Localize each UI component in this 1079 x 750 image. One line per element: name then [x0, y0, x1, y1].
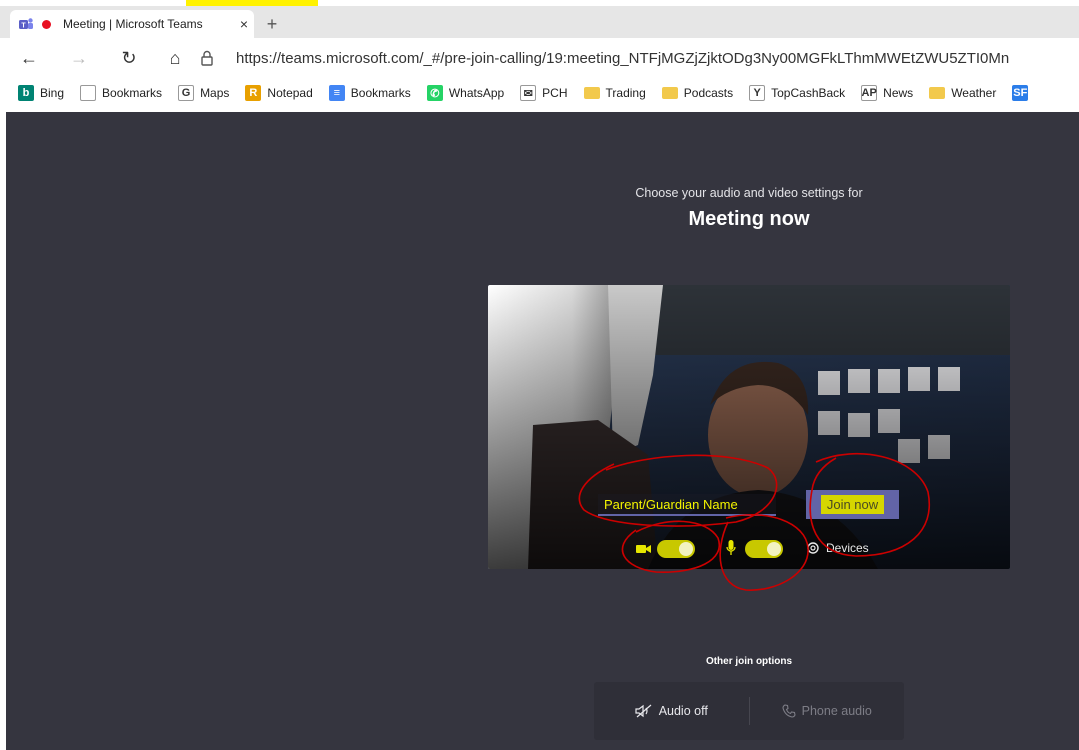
ap-icon: AP — [861, 85, 878, 101]
bing-icon: b — [18, 85, 34, 101]
bookmark-label: TopCashBack — [771, 86, 846, 100]
bookmark-label: WhatsApp — [448, 86, 505, 100]
join-now-button[interactable]: Join now — [806, 490, 899, 519]
devices-button[interactable]: Devices — [806, 541, 869, 555]
page-icon — [80, 85, 97, 101]
svg-text:T: T — [21, 23, 26, 30]
meeting-title: Meeting now — [688, 208, 810, 230]
new-tab-icon[interactable]: + — [262, 14, 282, 35]
back-icon[interactable]: ← — [14, 43, 44, 73]
join-now-label: Join now — [820, 495, 885, 514]
microphone-icon — [726, 540, 736, 561]
phone-audio-label: Phone audio — [801, 704, 872, 718]
tab-close-icon[interactable]: × — [234, 16, 254, 32]
camera-toggle[interactable] — [657, 540, 695, 558]
bookmark-item[interactable]: G Maps — [178, 85, 229, 101]
speaker-muted-icon — [635, 704, 652, 718]
audio-off-label: Audio off — [658, 704, 708, 718]
notepad-icon: R — [245, 85, 262, 101]
bookmark-item[interactable]: b Bing — [18, 85, 64, 101]
bookmark-label: Bookmarks — [102, 86, 163, 100]
other-join-options-panel: Audio off Phone audio — [594, 682, 904, 740]
bookmark-item[interactable]: R Notepad — [245, 85, 313, 101]
folder-icon — [661, 87, 678, 99]
reload-icon[interactable]: ↻ — [114, 43, 144, 73]
browser-tab-bar: T Meeting | Microsoft Teams × + — [0, 6, 1079, 38]
gear-icon — [807, 542, 819, 554]
bookmark-label: Podcasts — [683, 86, 734, 100]
other-join-options-label: Other join options — [705, 656, 793, 667]
bookmark-label: Notepad — [267, 86, 313, 100]
bookmark-label: Bookmarks — [350, 86, 411, 100]
camera-preview — [488, 285, 1010, 569]
bookmark-label: Maps — [200, 86, 230, 100]
bookmark-item[interactable]: SF — [1012, 85, 1034, 101]
phone-icon — [782, 704, 796, 718]
prejoin-subtitle: Choose your audio and video settings for — [635, 186, 863, 200]
tab-title: Meeting | Microsoft Teams — [63, 17, 203, 31]
home-icon[interactable]: ⌂ — [160, 43, 190, 73]
bookmark-item[interactable]: ✆ WhatsApp — [426, 85, 505, 101]
url-text[interactable]: https://teams.microsoft.com/_#/pre-join-… — [236, 50, 1009, 67]
bookmark-item[interactable]: ≡ Bookmarks — [328, 85, 411, 101]
audio-off-button[interactable]: Audio off — [594, 704, 749, 718]
envelope-icon: ✉ — [520, 85, 537, 101]
bookmark-item[interactable]: ✉ PCH — [520, 85, 568, 101]
bookmark-item[interactable]: Trading — [583, 86, 646, 100]
bookmark-label: News — [883, 86, 914, 100]
bookmark-item[interactable]: Podcasts — [661, 86, 734, 100]
docs-icon: ≡ — [328, 85, 345, 101]
folder-icon — [583, 87, 600, 99]
lock-icon[interactable] — [200, 50, 222, 66]
address-bar-row: ← → ↻ ⌂ https://teams.microsoft.com/_#/p… — [0, 38, 1079, 78]
microphone-toggle[interactable] — [745, 540, 783, 558]
bookmark-item[interactable]: Bookmarks — [80, 85, 162, 101]
google-icon: G — [178, 85, 195, 101]
bookmark-label: Trading — [605, 86, 646, 100]
forward-icon[interactable]: → — [64, 43, 94, 73]
camera-icon — [636, 542, 652, 560]
whatsapp-icon: ✆ — [426, 85, 443, 101]
url-field[interactable]: https://teams.microsoft.com/_#/pre-join-… — [200, 44, 1079, 72]
tab-meeting[interactable]: T Meeting | Microsoft Teams × — [10, 10, 254, 38]
bookmark-item[interactable]: AP News — [861, 85, 913, 101]
bookmark-label: PCH — [542, 86, 568, 100]
recording-dot-icon — [42, 19, 51, 29]
teams-icon: T — [18, 17, 34, 31]
topcashback-icon: Y — [749, 85, 766, 101]
bookmark-item[interactable]: Weather — [929, 86, 996, 100]
bookmarks-bar: b Bing Bookmarks G Maps R Notepad ≡ Bookmarks ✆ Wh… — [0, 78, 1079, 108]
bookmark-label: Bing — [40, 86, 65, 100]
phone-audio-button[interactable]: Phone audio — [750, 704, 905, 718]
bookmark-label: Weather — [951, 86, 997, 100]
teams-prejoin-stage: Choose your audio and video settings for… — [6, 112, 1079, 750]
sf-icon: SF — [1012, 85, 1029, 101]
devices-label: Devices — [826, 541, 869, 555]
name-input[interactable] — [598, 494, 776, 516]
bookmark-item[interactable]: Y TopCashBack — [749, 85, 845, 101]
folder-icon — [929, 87, 946, 99]
